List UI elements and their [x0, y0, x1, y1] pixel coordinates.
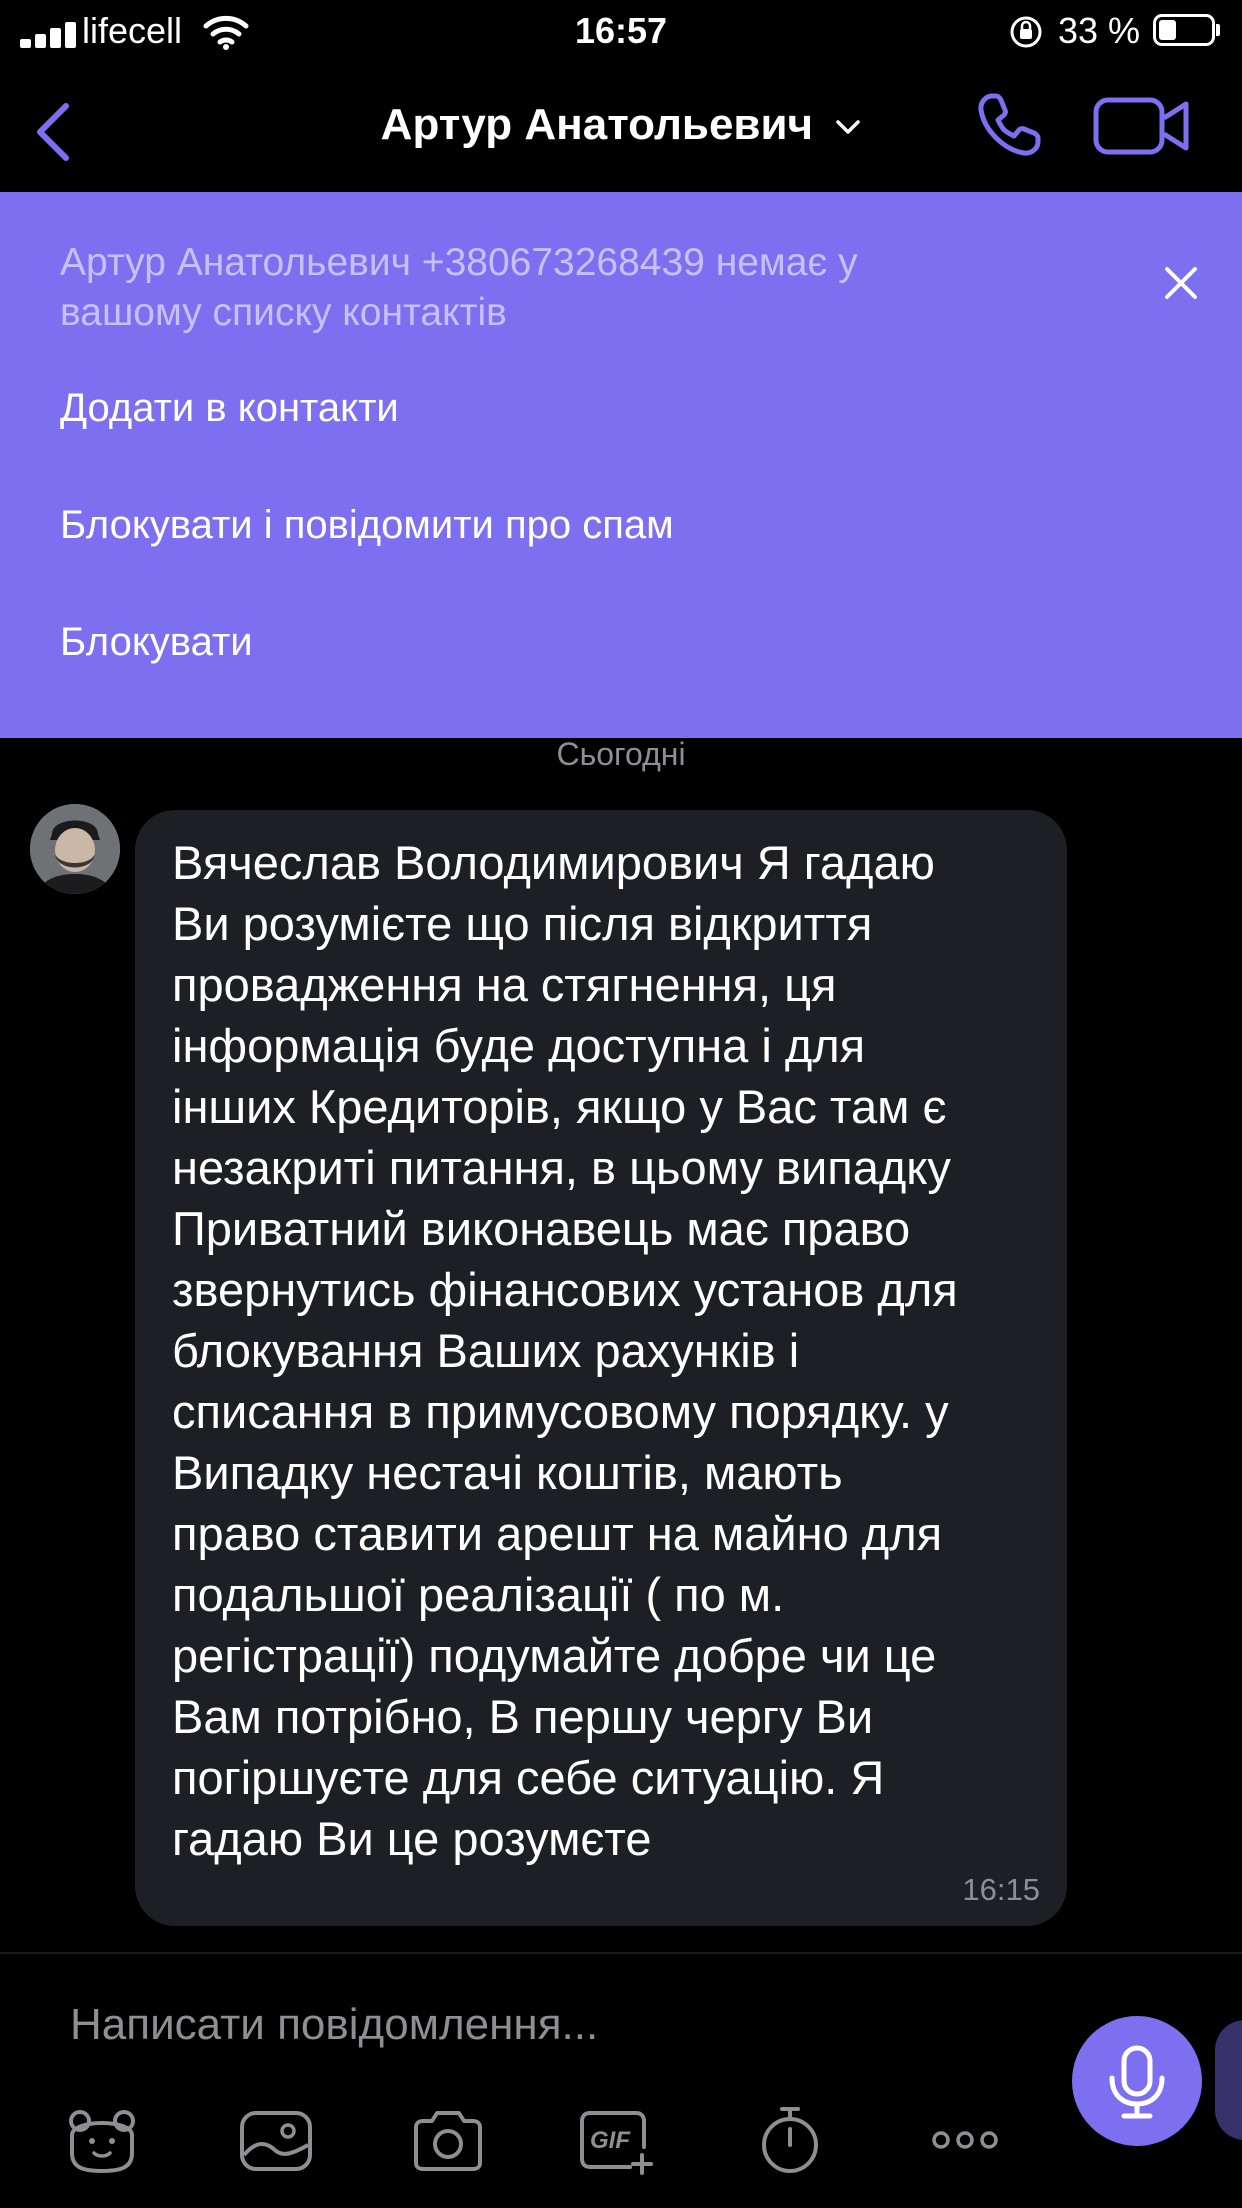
- block-and-report-spam-button[interactable]: Блокувати і повідомити про спам: [60, 503, 674, 548]
- camera-icon[interactable]: [408, 2105, 488, 2175]
- phone-call-icon[interactable]: [974, 90, 1044, 160]
- message-input-placeholder: Написати повідомлення...: [70, 2000, 599, 2049]
- timer-icon[interactable]: [750, 2105, 830, 2175]
- message-text: Вячеслав Володимирович Я гадаю Ви розумі…: [172, 836, 958, 1865]
- close-icon[interactable]: [1164, 266, 1198, 300]
- message-time: 16:15: [962, 1872, 1040, 1907]
- battery-percent: 33 %: [1058, 10, 1141, 51]
- secondary-send-button[interactable]: [1215, 2020, 1242, 2140]
- gallery-icon[interactable]: [236, 2105, 316, 2175]
- gif-label: GIF: [590, 2127, 630, 2154]
- date-separator: Сьогодні: [556, 736, 686, 772]
- contact-name: Артур Анатольевич: [380, 100, 814, 149]
- microphone-icon: [1109, 2045, 1165, 2119]
- unknown-contact-notice: Артур Анатольевич +380673268439 немає у …: [60, 241, 858, 334]
- message-input[interactable]: Написати повідомлення...: [60, 1985, 1050, 2065]
- sticker-icon[interactable]: [62, 2105, 142, 2175]
- gif-icon[interactable]: GIF: [576, 2105, 656, 2175]
- avatar-image: [30, 804, 120, 894]
- battery-cap: [1216, 24, 1220, 36]
- add-to-contacts-button[interactable]: Додати в контакти: [60, 386, 399, 431]
- status-bar: lifecell 16:57 33 %: [0, 0, 1242, 62]
- avatar[interactable]: [30, 804, 120, 894]
- status-time: 16:57: [574, 10, 668, 51]
- composer-divider: [0, 1952, 1242, 1954]
- battery-fill: [1159, 20, 1176, 40]
- voice-message-button[interactable]: [1072, 2016, 1202, 2146]
- more-icon[interactable]: [925, 2105, 1005, 2175]
- battery-icon: [1153, 14, 1215, 46]
- orientation-lock-icon: [1010, 16, 1042, 48]
- chevron-down-icon[interactable]: [835, 119, 861, 135]
- video-call-icon[interactable]: [1092, 94, 1192, 158]
- block-button[interactable]: Блокувати: [60, 620, 253, 665]
